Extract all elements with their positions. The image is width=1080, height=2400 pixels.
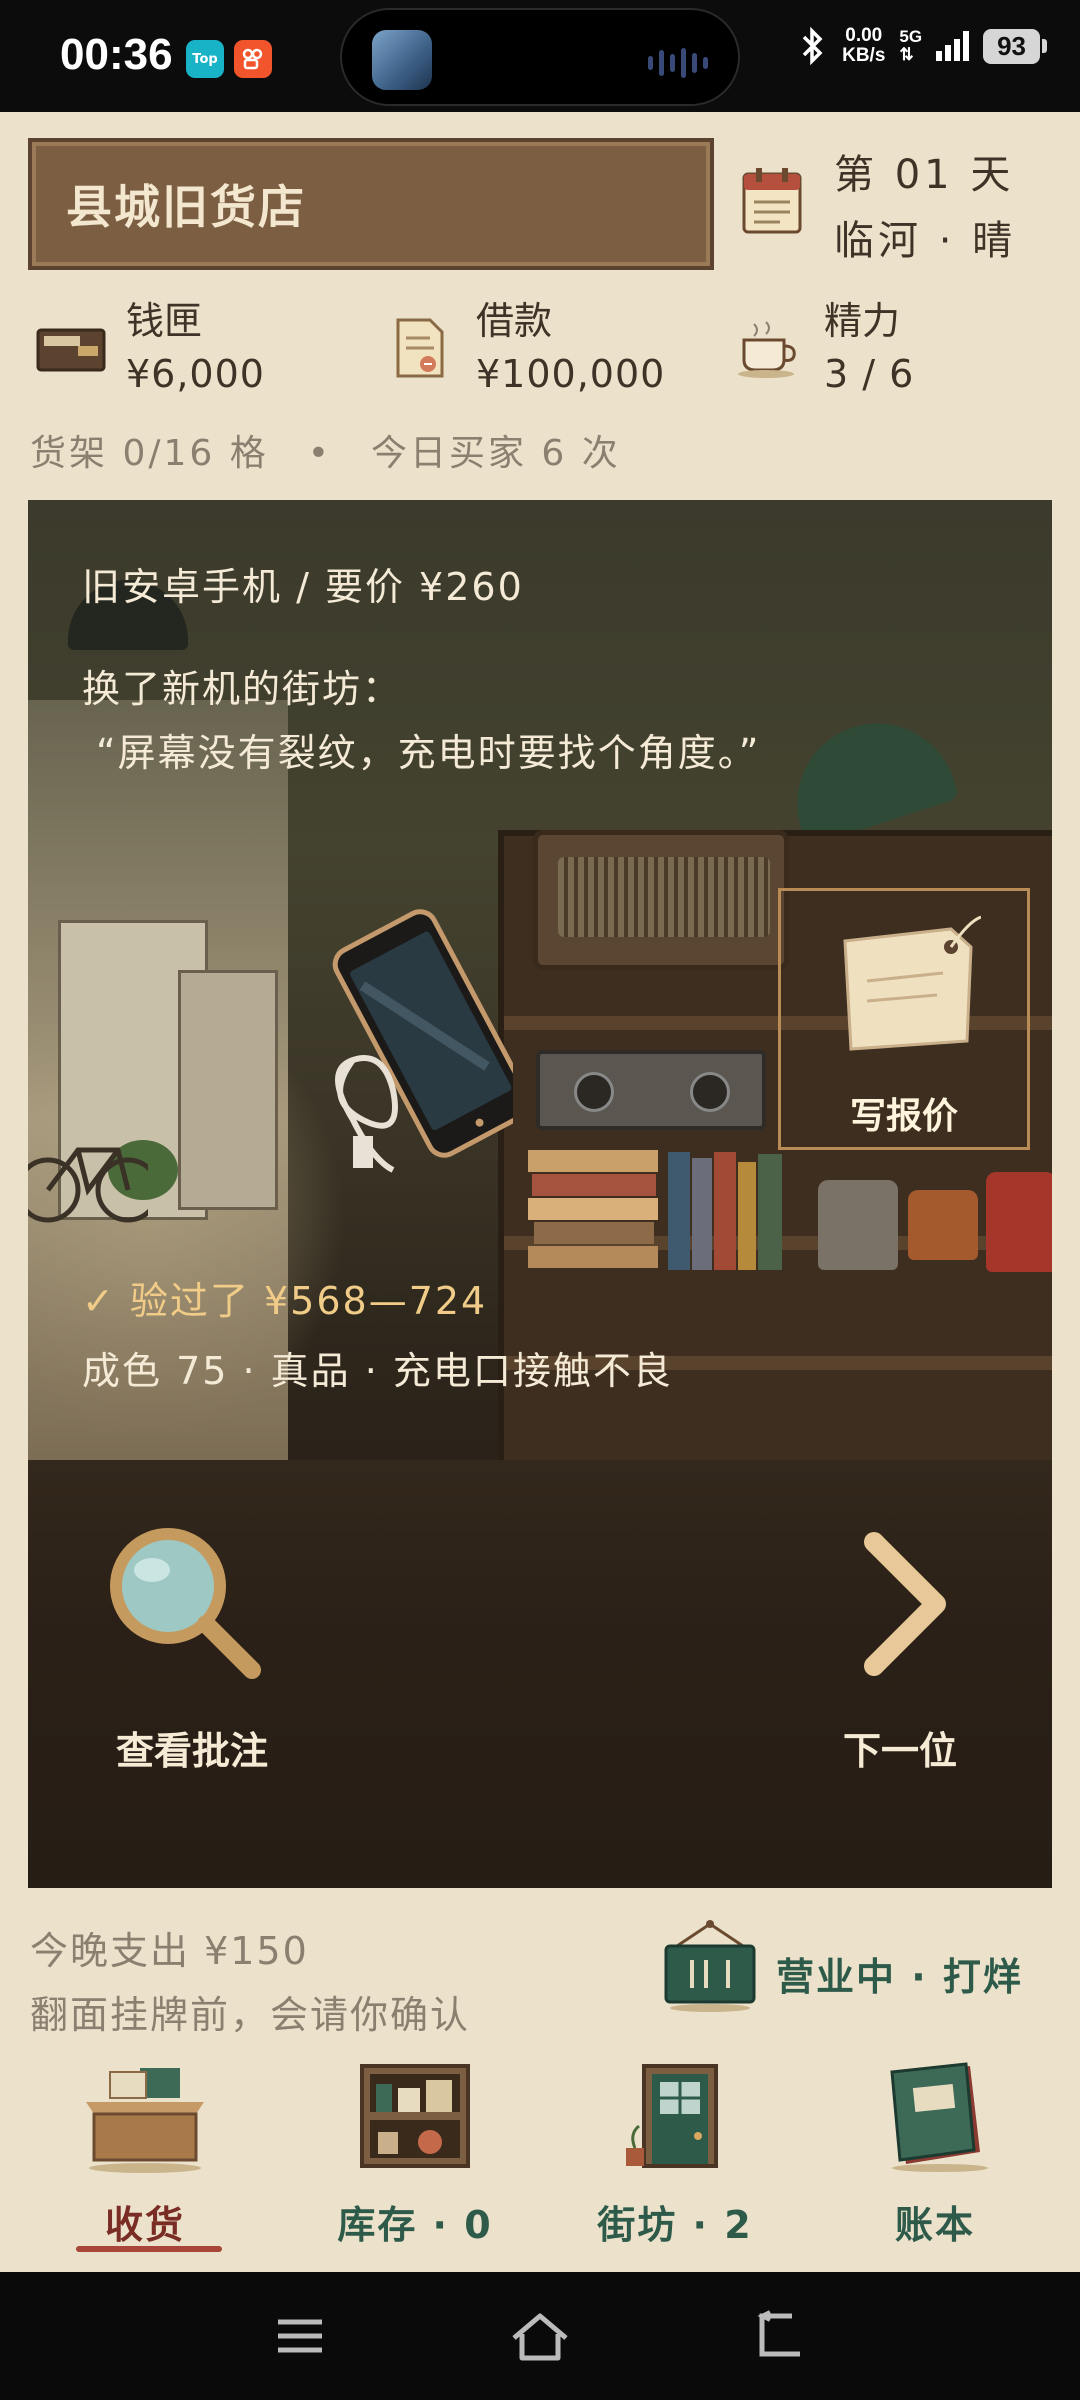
stat-label: 精力 xyxy=(824,299,901,343)
menu-icon[interactable] xyxy=(272,2310,328,2360)
network-speed: 0.00 KB/s xyxy=(842,25,886,66)
stat-value: ¥6,000 xyxy=(126,352,265,396)
magnifier-icon xyxy=(110,1528,261,1679)
home-icon[interactable] xyxy=(510,2310,570,2364)
price-tag-icon xyxy=(843,915,981,1051)
stat-value: 3 / 6 xyxy=(824,352,915,396)
stat-loan[interactable]: 借款 ¥100,000 xyxy=(384,282,714,412)
inventory-shelf-icon xyxy=(360,2064,470,2168)
view-notes-button[interactable]: 查看批注 xyxy=(82,1524,302,1784)
street-house xyxy=(178,970,278,1210)
tab-label: 库存 · 0 xyxy=(337,2203,493,2247)
door-icon xyxy=(626,2064,718,2168)
loan-document-icon xyxy=(396,318,444,378)
stat-label: 借款 xyxy=(476,299,553,343)
confirm-note: 翻面挂牌前，会请你确认 xyxy=(30,1993,471,2037)
cassette-player-icon xyxy=(536,1050,766,1130)
shop-name: 县城旧货店 xyxy=(66,180,306,234)
verified-price-range: ✓ 验过了 ¥568—724 xyxy=(82,1279,488,1323)
red-tin-icon xyxy=(986,1172,1052,1272)
kuaishou-app-icon xyxy=(234,40,272,78)
stat-value: ¥100,000 xyxy=(476,352,666,396)
calendar-icon xyxy=(742,168,802,234)
tab-label: 街坊 · 2 xyxy=(597,2203,753,2247)
stat-cash[interactable]: 钱匣 ¥6,000 xyxy=(34,282,364,412)
book-stack xyxy=(528,1150,658,1270)
coffee-cup-icon xyxy=(738,321,796,378)
dynamic-island[interactable] xyxy=(340,8,740,106)
books-row xyxy=(668,1150,788,1270)
status-bar: 00:36 Top 0.00 KB/s 5G ⇅ 93 xyxy=(0,0,1080,112)
stat-energy[interactable]: 精力 3 / 6 xyxy=(732,282,1052,412)
tab-label: 账本 xyxy=(894,2203,975,2247)
cardboard-box-icon xyxy=(86,2068,204,2173)
tab-receive-goods[interactable]: 收货 xyxy=(30,2050,260,2260)
shelf-and-buyers-info: 货架 0/16 格 • 今日买家 6 次 xyxy=(30,433,621,474)
back-icon[interactable] xyxy=(752,2310,808,2360)
next-customer-button[interactable]: 下一位 xyxy=(790,1524,1010,1784)
old-radio-icon xyxy=(533,830,789,970)
desk-lamp-icon xyxy=(776,702,960,848)
phone-item-icon xyxy=(332,909,513,1173)
signal-icon xyxy=(936,31,970,61)
seller-quote: “屏幕没有裂纹，充电时要找个角度。” xyxy=(96,731,761,775)
system-navigation-bar xyxy=(0,2272,1080,2400)
view-notes-label: 查看批注 xyxy=(115,1729,268,1773)
shop-status-toggle[interactable]: 营业中 · 打烊 xyxy=(776,1946,1023,2001)
tonight-expense: 今晚支出 ¥150 xyxy=(30,1929,309,1973)
taptap-app-icon: Top xyxy=(186,40,224,78)
item-title: 旧安卓手机 / 要价 ¥260 xyxy=(82,565,524,609)
ledger-book-icon xyxy=(890,2062,988,2172)
media-thumbnail-icon xyxy=(372,30,432,90)
audio-wave-icon xyxy=(648,48,708,78)
tab-ledger[interactable]: 账本 xyxy=(820,2050,1050,2260)
chevron-right-icon xyxy=(864,1532,946,1676)
bicycle-icon xyxy=(28,1147,148,1223)
metal-jar-icon xyxy=(818,1180,898,1270)
bluetooth-icon xyxy=(802,26,823,66)
item-condition: 成色 75 · 真品 · 充电口接触不良 xyxy=(82,1349,673,1393)
tab-label: 收货 xyxy=(104,2203,185,2247)
write-quote-label: 写报价 xyxy=(849,1096,958,1137)
write-quote-button[interactable]: 写报价 xyxy=(778,888,1030,1150)
next-customer-label: 下一位 xyxy=(842,1729,957,1773)
day-info: 第 01 天 临河 · 晴 xyxy=(834,142,1016,274)
active-tab-indicator xyxy=(76,2246,222,2252)
network-type: 5G ⇅ xyxy=(899,27,923,64)
battery-indicator: 93 xyxy=(983,28,1047,64)
shop-name-sign: 县城旧货店 xyxy=(28,138,714,270)
day-counter: 第 01 天 xyxy=(834,152,1015,198)
seller-name: 换了新机的街坊： xyxy=(82,667,403,711)
tin-box-icon xyxy=(908,1190,978,1260)
shop-open-sign-icon xyxy=(664,1920,756,2012)
tab-neighbors[interactable]: 街坊 · 2 xyxy=(560,2050,790,2260)
wallet-icon xyxy=(36,328,106,372)
status-time: 00:36 xyxy=(60,30,173,79)
location-weather: 临河 · 晴 xyxy=(834,218,1017,264)
tab-inventory[interactable]: 库存 · 0 xyxy=(300,2050,530,2260)
stat-label: 钱匣 xyxy=(126,299,203,343)
